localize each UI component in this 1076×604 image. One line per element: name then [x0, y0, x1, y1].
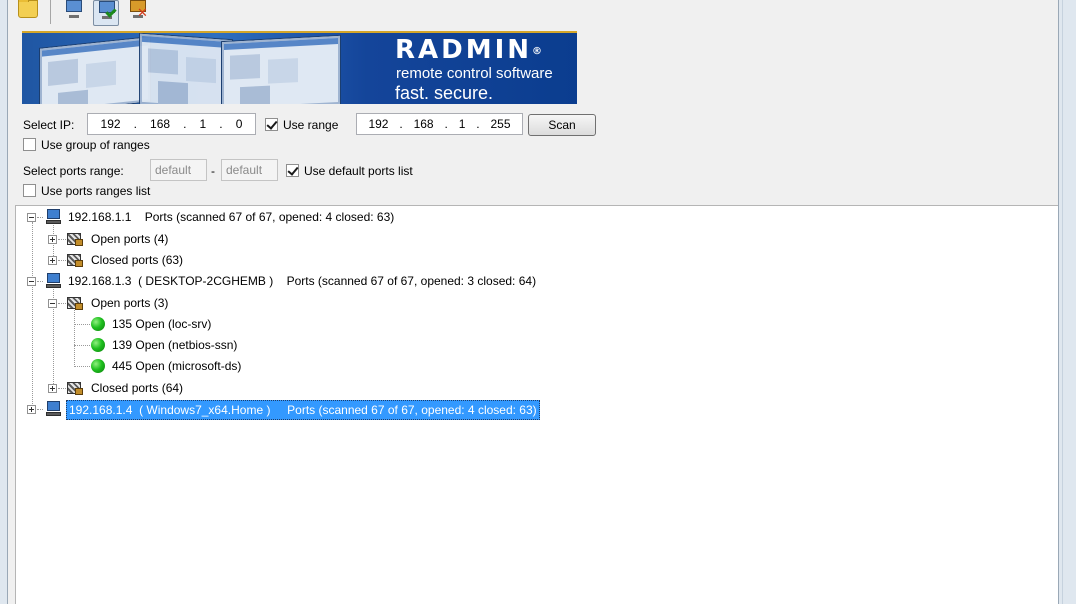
expand-toggle[interactable] — [48, 384, 57, 393]
tree-line — [58, 388, 66, 389]
tree-node-port[interactable]: 139 Open (netbios-ssn) — [112, 335, 237, 356]
banner-screenshot-mid — [140, 33, 232, 104]
computer-icon — [46, 401, 61, 416]
ip-start-input[interactable]: 192. 168. 1. 0 — [87, 113, 256, 135]
tree-line — [58, 303, 66, 304]
tree-line — [58, 260, 66, 261]
banner-screenshot-right — [222, 35, 340, 104]
collapse-toggle[interactable] — [48, 299, 57, 308]
host-name: ( DESKTOP-2CGHEMB ) — [138, 274, 274, 288]
stop-button[interactable]: ✕ — [125, 0, 151, 26]
tree-node-host-192-168-1-1[interactable]: 192.168.1.1 Ports (scanned 67 of 67, ope… — [68, 207, 394, 228]
banner-slogan: fast. secure. affordable. — [395, 83, 494, 103]
expand-toggle[interactable] — [48, 235, 57, 244]
port-group-icon — [66, 252, 84, 268]
ip-end-octet-2: 168 — [413, 117, 434, 131]
tree-node-port[interactable]: 445 Open (microsoft-ds) — [112, 356, 241, 377]
tree-line — [58, 239, 66, 240]
tree-line — [37, 409, 43, 410]
computer-button[interactable] — [61, 0, 87, 26]
expand-toggle[interactable] — [48, 256, 57, 265]
expand-toggle[interactable] — [27, 405, 36, 414]
toolbar-separator — [50, 0, 51, 24]
use-range-checkbox[interactable] — [265, 118, 278, 131]
tree-line — [37, 281, 43, 282]
scan-button[interactable]: Scan — [528, 114, 596, 136]
toolbar: ✕ — [14, 0, 157, 26]
window-frame-right — [1058, 0, 1076, 604]
open-port-dot-icon — [91, 317, 105, 331]
open-port-dot-icon — [91, 359, 105, 373]
ip-start-octet-3: 1 — [199, 117, 207, 131]
collapse-toggle[interactable] — [27, 213, 36, 222]
use-default-ports-label: Use default ports list — [304, 164, 413, 178]
collapse-toggle[interactable] — [27, 277, 36, 286]
ip-end-octet-1: 192 — [368, 117, 389, 131]
ip-start-octet-4: 0 — [235, 117, 243, 131]
window-frame-left — [0, 0, 8, 604]
use-group-checkbox[interactable] — [23, 138, 36, 151]
scan-stop-icon: ✕ — [137, 5, 148, 20]
tree-node-host-192-168-1-4-selected[interactable]: 192.168.1.4 ( Windows7_x64.Home ) Ports … — [66, 400, 540, 420]
ip-start-octet-2: 168 — [150, 117, 171, 131]
ip-end-octet-3: 1 — [458, 117, 466, 131]
computer-icon — [46, 273, 61, 288]
use-default-ports-checkbox[interactable] — [286, 164, 299, 177]
tree-line — [37, 217, 43, 218]
host-ip: 192.168.1.3 — [68, 274, 132, 288]
tree-node-closed-ports[interactable]: Closed ports (64) — [91, 378, 183, 399]
banner-brand: RADMIN® — [395, 35, 543, 65]
port-group-icon — [66, 295, 84, 311]
select-ip-label: Select IP: — [23, 118, 75, 132]
tree-line — [74, 366, 90, 367]
host-name: ( Windows7_x64.Home ) — [139, 403, 271, 417]
port-group-icon — [66, 231, 84, 247]
tree-node-port[interactable]: 135 Open (loc-srv) — [112, 314, 211, 335]
open-button[interactable] — [14, 0, 40, 26]
banner-screenshot-left — [40, 37, 150, 104]
tree-line — [74, 324, 90, 325]
host-port-summary: Ports (scanned 67 of 67, opened: 4 close… — [144, 210, 395, 224]
use-ports-ranges-checkbox[interactable] — [23, 184, 36, 197]
ip-end-input[interactable]: 192. 168. 1. 255 — [356, 113, 523, 135]
port-separator: - — [211, 164, 215, 178]
port-to-input[interactable]: default — [221, 159, 278, 181]
ip-start-octet-1: 192 — [100, 117, 121, 131]
use-group-label: Use group of ranges — [41, 138, 150, 152]
computer-icon — [46, 209, 61, 224]
host-ip: 192.168.1.1 — [68, 210, 132, 224]
tree-line — [32, 222, 33, 410]
banner-tagline: remote control software — [396, 65, 553, 82]
ip-end-octet-4: 255 — [490, 117, 511, 131]
port-from-input[interactable]: default — [150, 159, 207, 181]
host-port-summary: Ports (scanned 67 of 67, opened: 3 close… — [286, 274, 537, 288]
host-port-summary: Ports (scanned 67 of 67, opened: 4 close… — [287, 403, 537, 417]
tree-node-open-ports[interactable]: Open ports (4) — [91, 229, 168, 250]
port-group-icon — [66, 380, 84, 396]
ports-range-label: Select ports range: — [23, 164, 124, 178]
host-ip: 192.168.1.4 — [69, 403, 133, 417]
tree-line — [74, 307, 75, 367]
results-tree[interactable]: 192.168.1.1 Ports (scanned 67 of 67, ope… — [15, 205, 1058, 604]
use-range-label: Use range — [283, 118, 339, 132]
tree-node-open-ports[interactable]: Open ports (3) — [91, 293, 168, 314]
tree-line — [74, 345, 90, 346]
use-ports-ranges-label: Use ports ranges list — [41, 184, 151, 198]
radmin-banner[interactable]: RADMIN® remote control software fast. se… — [22, 31, 577, 104]
scan-button-toolbar[interactable] — [93, 0, 119, 26]
folder-icon — [18, 0, 38, 18]
computer-icon — [66, 0, 82, 18]
open-port-dot-icon — [91, 338, 105, 352]
tree-node-host-192-168-1-3[interactable]: 192.168.1.3 ( DESKTOP-2CGHEMB ) Ports (s… — [68, 271, 536, 292]
tree-node-closed-ports[interactable]: Closed ports (63) — [91, 250, 183, 271]
